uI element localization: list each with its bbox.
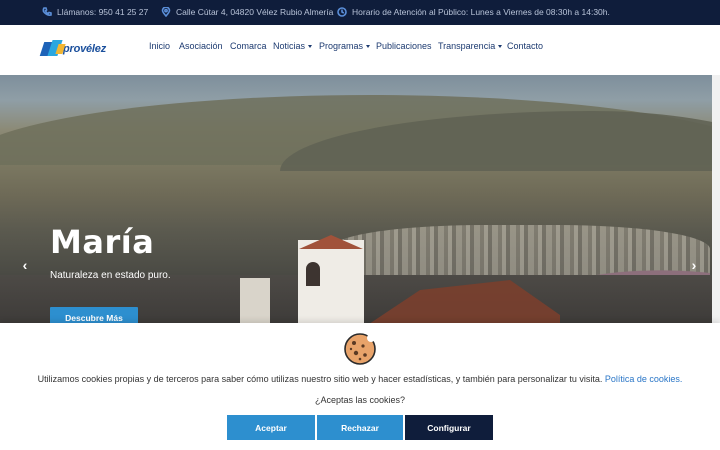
main-nav: Inicio Asociación Comarca Noticias Progr… [0, 41, 720, 55]
next-arrow-icon[interactable]: › [685, 256, 703, 274]
phone-info[interactable]: Llámanos: 950 41 25 27 [42, 7, 148, 17]
cookie-message: Utilizamos cookies propias y de terceros… [37, 374, 683, 384]
address-text: Calle Cútar 4, 04820 Vélez Rubio Almería [176, 7, 334, 17]
address-info: Calle Cútar 4, 04820 Vélez Rubio Almería [161, 6, 334, 18]
phone-text: Llámanos: 950 41 25 27 [57, 7, 149, 17]
phone-icon [42, 7, 52, 17]
hero-subtitle: Naturaleza en estado puro. [50, 270, 171, 281]
clock-icon [337, 7, 347, 17]
nav-item-inicio[interactable]: Inicio [149, 41, 170, 51]
nav-item-comarca[interactable]: Comarca [230, 41, 267, 51]
cookie-icon [343, 332, 377, 366]
hours-text: Horario de Atención al Público: Lunes a … [352, 7, 610, 17]
prev-arrow-icon[interactable]: ‹ [16, 256, 34, 274]
reject-cookies-button[interactable]: Rechazar [317, 415, 403, 440]
nav-item-noticias[interactable]: Noticias [273, 41, 313, 51]
cookie-banner: Utilizamos cookies propias y de terceros… [0, 323, 720, 450]
nav-item-publicaciones[interactable]: Publicaciones [376, 41, 432, 51]
accept-cookies-button[interactable]: Aceptar [227, 415, 315, 440]
hero-slider: María Naturaleza en estado puro. Descubr… [0, 75, 712, 325]
nav-item-transparencia[interactable]: Transparencia [438, 41, 503, 51]
hours-info: Horario de Atención al Público: Lunes a … [337, 7, 610, 17]
page-scrollbar[interactable] [712, 75, 720, 325]
hero-title: María [50, 223, 155, 261]
nav-item-asociacion[interactable]: Asociación [179, 41, 223, 51]
chevron-down-icon [498, 44, 503, 48]
nav-item-programas[interactable]: Programas [319, 41, 371, 51]
configure-cookies-button[interactable]: Configurar [405, 415, 493, 440]
cookie-policy-link[interactable]: Política de cookies. [605, 374, 683, 384]
site-header: Aprovélez Inicio Asociación Comarca Noti… [0, 25, 720, 75]
chevron-down-icon [366, 44, 371, 48]
chevron-down-icon [308, 44, 313, 48]
top-info-bar: Llámanos: 950 41 25 27 Calle Cútar 4, 04… [0, 0, 720, 25]
cookie-question: ¿Aceptas las cookies? [314, 395, 406, 405]
nav-item-contacto[interactable]: Contacto [507, 41, 543, 51]
map-pin-icon [161, 6, 171, 18]
